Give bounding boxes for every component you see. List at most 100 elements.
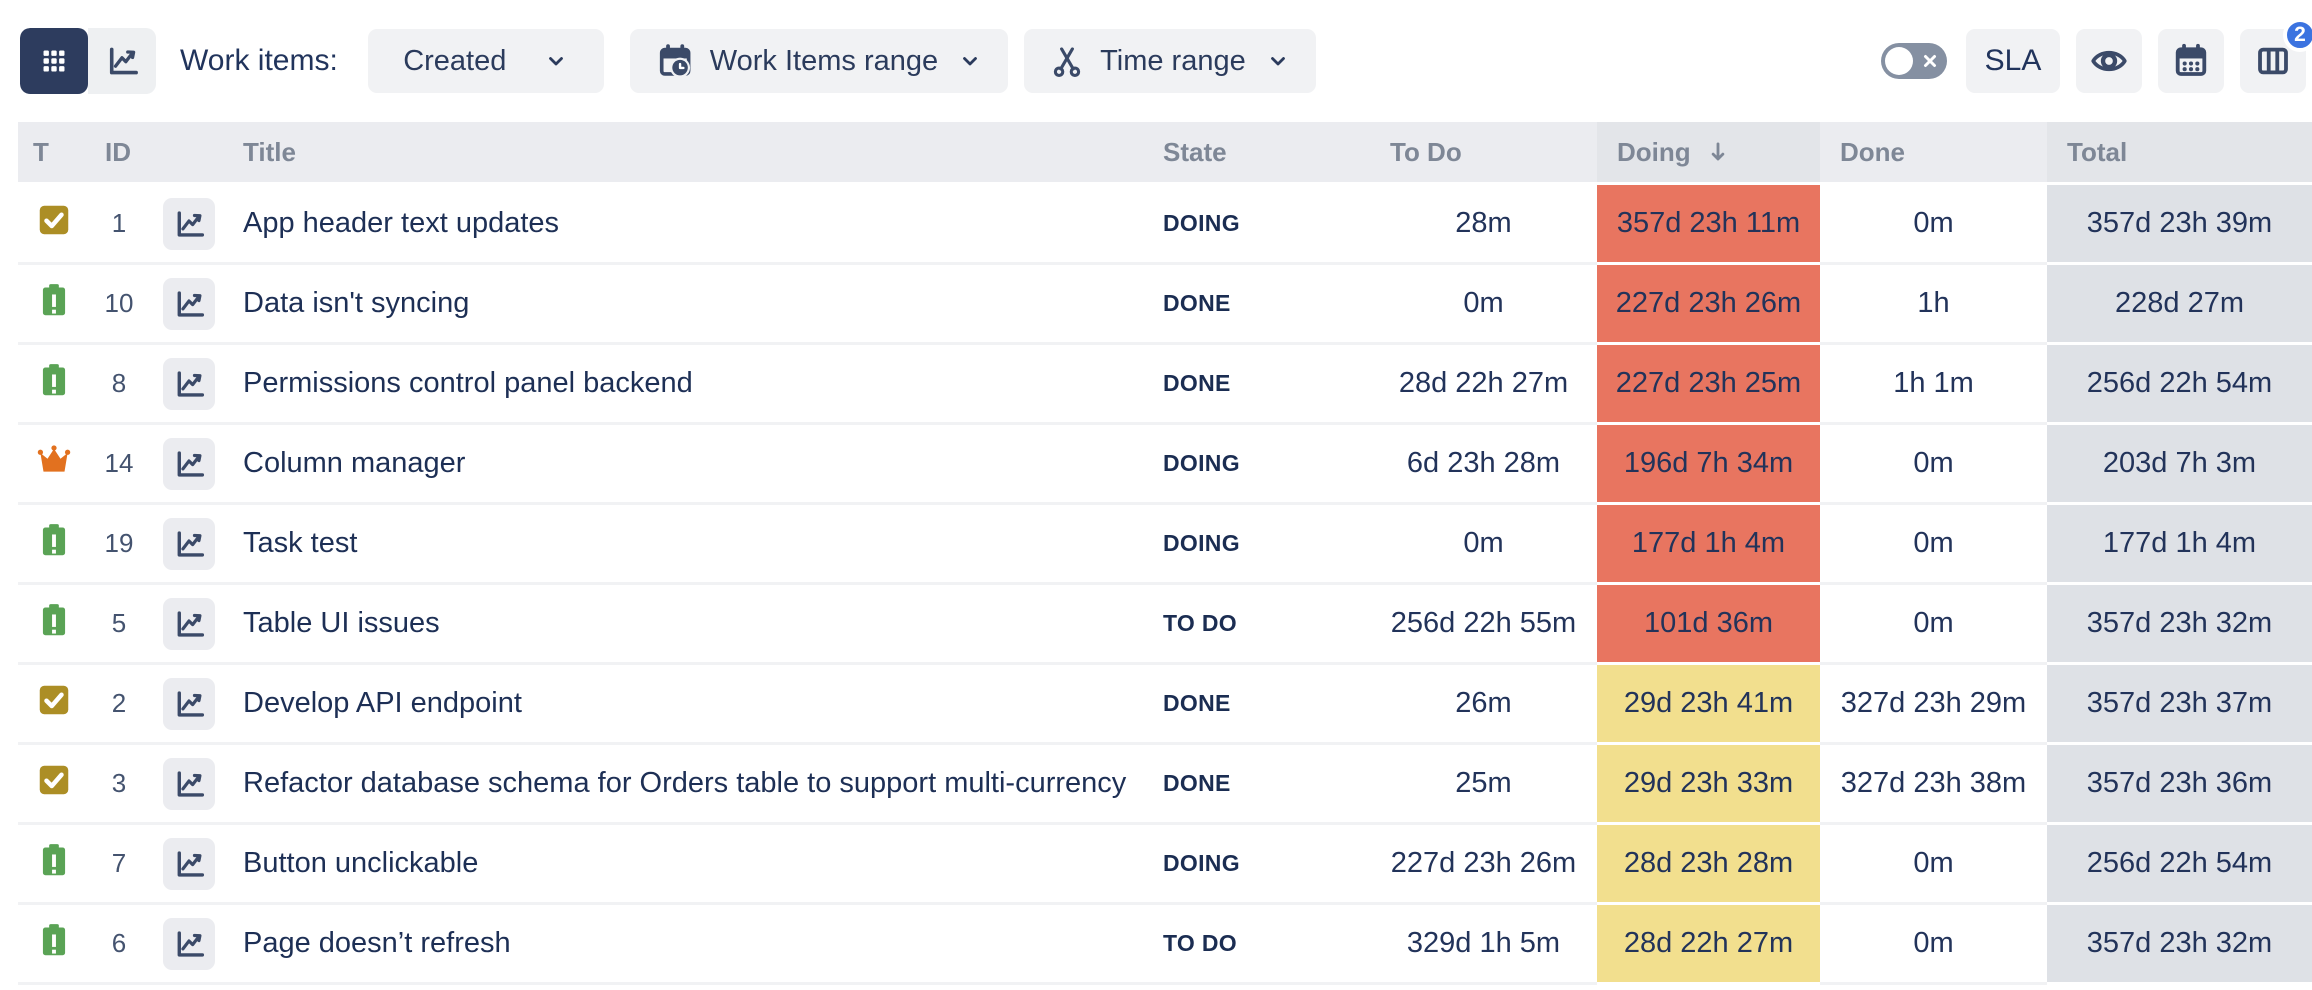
chart-view-button[interactable]	[88, 28, 156, 94]
toggle-knob	[1885, 47, 1913, 75]
time-range-label: Time range	[1100, 45, 1246, 78]
header-title[interactable]: Title	[230, 122, 1143, 185]
sla-toggle[interactable]	[1881, 43, 1947, 79]
type-cell	[18, 425, 90, 505]
row-title: Develop API endpoint	[230, 665, 1143, 745]
created-dropdown-value: Created	[403, 45, 506, 78]
done-duration-cell: 0m	[1820, 425, 2047, 505]
row-chart-button[interactable]	[163, 358, 215, 410]
todo-duration-cell: 0m	[1370, 505, 1597, 585]
row-chart-button[interactable]	[163, 438, 215, 490]
toolbar: Work items: Created Work Items range	[0, 0, 2312, 122]
clipboard-icon	[38, 282, 70, 318]
table-view-button[interactable]	[20, 28, 88, 94]
doing-duration-cell: 29d 23h 41m	[1597, 665, 1820, 745]
row-chart-button[interactable]	[163, 758, 215, 810]
type-cell	[18, 905, 90, 985]
header-type[interactable]: T	[18, 122, 90, 185]
row-chart-button[interactable]	[163, 278, 215, 330]
line-chart-icon	[172, 687, 206, 721]
doing-duration-cell: 177d 1h 4m	[1597, 505, 1820, 585]
clipboard-icon	[38, 522, 70, 558]
eye-icon	[2089, 41, 2129, 81]
chart-cell	[148, 585, 230, 665]
scissors-icon	[1050, 44, 1084, 78]
id-cell: 5	[90, 585, 148, 665]
type-cell	[18, 185, 90, 265]
row-title: Data isn't syncing	[230, 265, 1143, 345]
row-chart-button[interactable]	[163, 198, 215, 250]
doing-duration-cell: 101d 36m	[1597, 585, 1820, 665]
state-cell: TO DO	[1143, 905, 1370, 985]
type-cell	[18, 665, 90, 745]
id-cell: 8	[90, 345, 148, 425]
total-duration-cell: 203d 7h 3m	[2047, 425, 2312, 505]
row-title: Button unclickable	[230, 825, 1143, 905]
type-cell	[18, 585, 90, 665]
clipboard-icon	[38, 602, 70, 638]
calendar-clock-icon	[656, 42, 694, 80]
calendar-button[interactable]	[2158, 29, 2224, 93]
sort-desc-arrow-icon	[1705, 139, 1731, 165]
doing-duration-cell: 357d 23h 11m	[1597, 185, 1820, 265]
row-chart-button[interactable]	[163, 678, 215, 730]
state-cell: DOING	[1143, 825, 1370, 905]
table-row: 5Table UI issuesTO DO256d 22h 55m101d 36…	[18, 585, 2312, 665]
header-total[interactable]: Total	[2047, 122, 2312, 185]
doing-duration-cell: 196d 7h 34m	[1597, 425, 1820, 505]
time-range-dropdown[interactable]: Time range	[1024, 29, 1316, 93]
work-items-label: Work items:	[180, 44, 338, 78]
watch-button[interactable]	[2076, 29, 2142, 93]
id-cell: 1	[90, 185, 148, 265]
id-cell: 14	[90, 425, 148, 505]
header-todo[interactable]: To Do	[1370, 122, 1597, 185]
table-row: 3Refactor database schema for Orders tab…	[18, 745, 2312, 825]
done-duration-cell: 0m	[1820, 585, 2047, 665]
header-id[interactable]: ID	[90, 122, 148, 185]
header-state[interactable]: State	[1143, 122, 1370, 185]
id-cell: 10	[90, 265, 148, 345]
work-items-range-dropdown[interactable]: Work Items range	[630, 29, 1008, 93]
header-doing[interactable]: Doing	[1597, 122, 1820, 185]
state-cell: TO DO	[1143, 585, 1370, 665]
done-duration-cell: 1h	[1820, 265, 2047, 345]
task-check-icon	[36, 682, 72, 718]
line-chart-icon	[172, 927, 206, 961]
header-done[interactable]: Done	[1820, 122, 2047, 185]
todo-duration-cell: 25m	[1370, 745, 1597, 825]
work-items-range-label: Work Items range	[710, 45, 938, 78]
row-title: Table UI issues	[230, 585, 1143, 665]
grid-icon	[37, 44, 71, 78]
line-chart-icon	[172, 207, 206, 241]
table-row: 10 Data isn't syncingDONE0m227d 23h 26m1h…	[18, 265, 2312, 345]
total-duration-cell: 357d 23h 39m	[2047, 185, 2312, 265]
todo-duration-cell: 26m	[1370, 665, 1597, 745]
type-cell	[18, 505, 90, 585]
table-row: 7Button unclickableDOING227d 23h 26m28d …	[18, 825, 2312, 905]
row-chart-button[interactable]	[163, 518, 215, 570]
doing-duration-cell: 227d 23h 25m	[1597, 345, 1820, 425]
chart-cell	[148, 505, 230, 585]
state-cell: DONE	[1143, 265, 1370, 345]
todo-duration-cell: 0m	[1370, 265, 1597, 345]
row-chart-button[interactable]	[163, 838, 215, 890]
chevron-down-icon	[1266, 49, 1290, 73]
created-dropdown[interactable]: Created	[368, 29, 604, 93]
sla-button[interactable]: SLA	[1966, 29, 2060, 93]
total-duration-cell: 228d 27m	[2047, 265, 2312, 345]
line-chart-icon	[172, 847, 206, 881]
table-row: 8Permissions control panel backendDONE28…	[18, 345, 2312, 425]
row-chart-button[interactable]	[163, 918, 215, 970]
table-row: 14Column managerDOING6d 23h 28m196d 7h 3…	[18, 425, 2312, 505]
done-duration-cell: 327d 23h 38m	[1820, 745, 2047, 825]
state-cell: DOING	[1143, 185, 1370, 265]
done-duration-cell: 0m	[1820, 505, 2047, 585]
type-cell	[18, 265, 90, 345]
chevron-down-icon	[544, 49, 568, 73]
header-chart	[148, 122, 230, 185]
toggle-off-x-icon	[1922, 53, 1938, 69]
task-check-icon	[36, 762, 72, 798]
row-chart-button[interactable]	[163, 598, 215, 650]
doing-duration-cell: 227d 23h 26m	[1597, 265, 1820, 345]
clipboard-icon	[38, 922, 70, 958]
